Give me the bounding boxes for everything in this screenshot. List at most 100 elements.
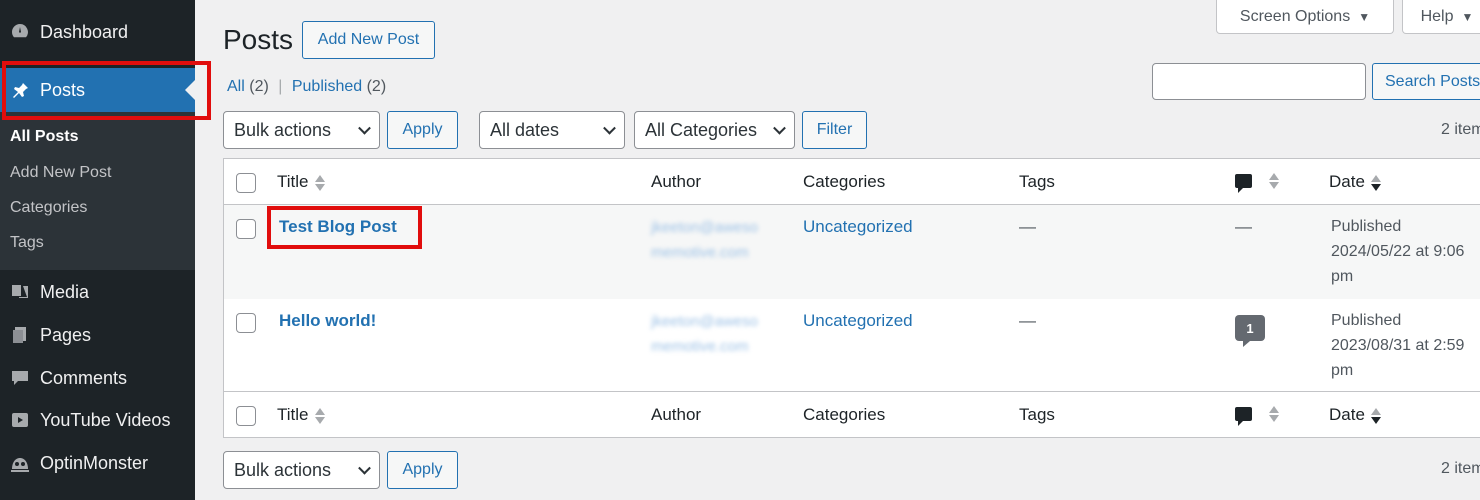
date-status: Published bbox=[1331, 218, 1402, 235]
menu-posts[interactable]: Posts bbox=[0, 68, 195, 112]
date-value: 2024/05/22 at 9:06 bbox=[1331, 243, 1465, 260]
items-count-bottom: 2 items bbox=[1441, 460, 1480, 477]
screen-options-label: Screen Options bbox=[1239, 7, 1351, 25]
filter-button[interactable]: Filter bbox=[802, 111, 867, 149]
comment-count-bubble[interactable]: 1 bbox=[1235, 315, 1265, 347]
bulk-actions-select-bottom[interactable]: Bulk actions bbox=[223, 451, 380, 489]
menu-optinmonster[interactable]: OptinMonster bbox=[0, 443, 195, 483]
submenu-add-new-post[interactable]: Add New Post bbox=[10, 164, 111, 182]
menu-comments[interactable]: Comments bbox=[0, 358, 195, 398]
categories-value: All Categories bbox=[645, 119, 758, 140]
dates-select[interactable]: All dates bbox=[479, 111, 625, 149]
sort-arrows-icon[interactable] bbox=[1269, 172, 1279, 190]
category-link[interactable]: Uncategorized bbox=[803, 217, 913, 237]
sort-desc-icon bbox=[1370, 407, 1381, 425]
author-line: jkeeton@aweso bbox=[651, 313, 758, 330]
sort-desc-icon bbox=[1370, 174, 1381, 192]
sort-arrows-icon[interactable] bbox=[1269, 405, 1279, 423]
chevron-down-icon bbox=[358, 461, 371, 475]
add-new-post-button[interactable]: Add New Post bbox=[302, 21, 435, 59]
author-line: jkeeton@aweso bbox=[651, 219, 758, 236]
youtube-icon bbox=[0, 410, 40, 430]
column-categories: Categories bbox=[803, 405, 886, 424]
bulk-actions-value: Bulk actions bbox=[234, 119, 332, 140]
column-date-sort[interactable]: Date bbox=[1329, 405, 1381, 425]
column-categories: Categories bbox=[803, 172, 886, 191]
view-published-link[interactable]: Published bbox=[292, 78, 362, 95]
view-published-count: (2) bbox=[366, 78, 387, 95]
table-header-row: Title Author Categories Tags Date bbox=[224, 159, 1480, 205]
posts-table: Title Author Categories Tags Date Test B… bbox=[223, 158, 1480, 438]
select-all-checkbox[interactable] bbox=[236, 173, 256, 193]
tags-value: — bbox=[1019, 311, 1036, 330]
comment-column-icon[interactable] bbox=[1235, 407, 1252, 426]
caret-down-icon: ▼ bbox=[1461, 9, 1474, 24]
sort-arrows-icon bbox=[314, 174, 325, 192]
optinmonster-icon bbox=[0, 453, 40, 473]
post-title-link[interactable]: Test Blog Post bbox=[279, 217, 397, 237]
author-email[interactable]: jkeeton@aweso memotive.com bbox=[651, 309, 758, 359]
view-all-count: (2) bbox=[249, 78, 269, 95]
submenu-categories[interactable]: Categories bbox=[10, 199, 87, 217]
submenu-tags[interactable]: Tags bbox=[10, 234, 44, 252]
category-link[interactable]: Uncategorized bbox=[803, 311, 913, 331]
tags-value: — bbox=[1019, 217, 1036, 236]
help-tab[interactable]: Help ▼ bbox=[1402, 0, 1480, 34]
menu-label: Pages bbox=[40, 324, 92, 345]
column-title-label: Title bbox=[277, 405, 309, 424]
column-author: Author bbox=[651, 405, 702, 424]
screen-options-tab[interactable]: Screen Options ▼ bbox=[1216, 0, 1394, 34]
media-icon bbox=[0, 282, 40, 302]
comments-value: — bbox=[1235, 217, 1252, 236]
column-title-sort[interactable]: Title bbox=[277, 405, 325, 425]
apply-button-bottom[interactable]: Apply bbox=[387, 451, 458, 489]
bulk-actions-select[interactable]: Bulk actions bbox=[223, 111, 380, 149]
menu-label: Dashboard bbox=[40, 21, 129, 42]
post-date: Published 2024/05/22 at 9:06 pm bbox=[1331, 214, 1480, 289]
view-all-link[interactable]: All bbox=[227, 78, 245, 95]
column-date-label: Date bbox=[1329, 405, 1365, 424]
comment-column-icon[interactable] bbox=[1235, 174, 1252, 193]
menu-label: OptinMonster bbox=[40, 452, 149, 473]
search-input[interactable] bbox=[1152, 63, 1366, 100]
dates-value: All dates bbox=[490, 119, 560, 140]
author-line: memotive.com bbox=[651, 338, 749, 355]
date-status: Published bbox=[1331, 312, 1402, 329]
post-title-link[interactable]: Hello world! bbox=[279, 311, 376, 331]
date-suffix: pm bbox=[1331, 268, 1354, 285]
help-label: Help bbox=[1420, 7, 1454, 25]
date-value: 2023/08/31 at 2:59 bbox=[1331, 337, 1465, 354]
menu-label: Comments bbox=[40, 367, 128, 388]
submenu-all-posts[interactable]: All Posts bbox=[10, 128, 78, 146]
column-title-sort[interactable]: Title bbox=[277, 172, 325, 192]
categories-select[interactable]: All Categories bbox=[634, 111, 795, 149]
chevron-down-icon bbox=[773, 121, 786, 135]
chevron-down-icon bbox=[603, 121, 616, 135]
row-checkbox[interactable] bbox=[236, 313, 256, 333]
menu-dashboard[interactable]: Dashboard bbox=[0, 12, 195, 52]
post-status-views: All (2) | Published (2) bbox=[227, 78, 386, 96]
page-title: Posts bbox=[223, 24, 294, 55]
menu-label: Posts bbox=[40, 79, 86, 100]
sort-arrows-icon bbox=[314, 407, 325, 425]
table-row: Hello world! jkeeton@aweso memotive.com … bbox=[224, 299, 1480, 392]
menu-media[interactable]: Media bbox=[0, 272, 195, 312]
views-separator: | bbox=[278, 78, 283, 95]
select-all-checkbox[interactable] bbox=[236, 406, 256, 426]
menu-youtube-videos[interactable]: YouTube Videos bbox=[0, 400, 195, 440]
author-line: memotive.com bbox=[651, 244, 749, 261]
search-posts-button[interactable]: Search Posts bbox=[1372, 63, 1480, 100]
row-checkbox[interactable] bbox=[236, 219, 256, 239]
menu-pages[interactable]: Pages bbox=[0, 315, 195, 355]
post-date: Published 2023/08/31 at 2:59 pm bbox=[1331, 308, 1480, 383]
current-menu-arrow bbox=[185, 80, 195, 100]
author-email[interactable]: jkeeton@aweso memotive.com bbox=[651, 215, 758, 265]
chevron-down-icon bbox=[358, 121, 371, 135]
menu-label: Media bbox=[40, 281, 90, 302]
column-date-sort[interactable]: Date bbox=[1329, 172, 1381, 192]
apply-button[interactable]: Apply bbox=[387, 111, 458, 149]
date-suffix: pm bbox=[1331, 362, 1354, 379]
main-content: Posts Add New Post Screen Options ▼ Help… bbox=[195, 0, 1480, 500]
table-row: Test Blog Post jkeeton@aweso memotive.co… bbox=[224, 205, 1480, 299]
posts-submenu: All Posts Add New Post Categories Tags bbox=[0, 112, 195, 270]
